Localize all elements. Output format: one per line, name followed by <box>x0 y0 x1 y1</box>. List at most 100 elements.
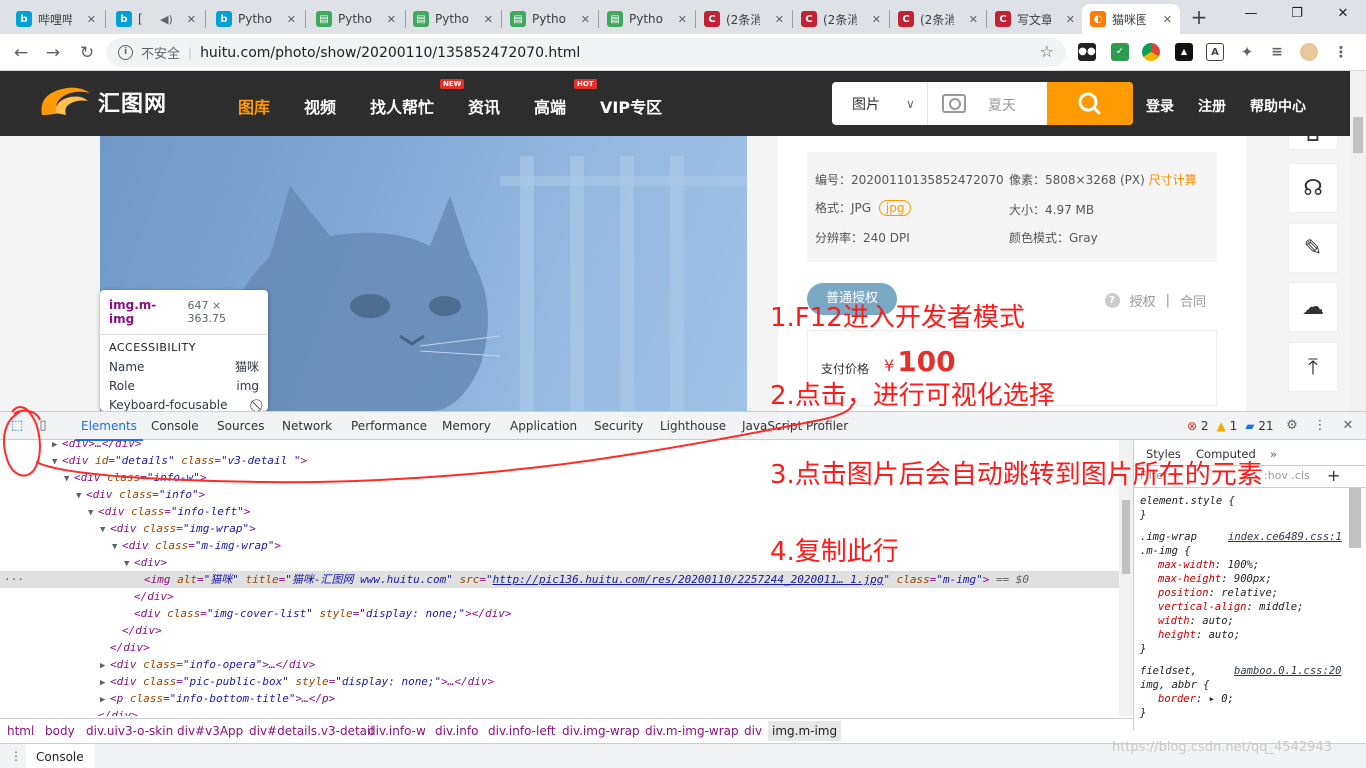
close-devtools-icon[interactable]: ✕ <box>1340 418 1356 434</box>
search-input[interactable]: 夏天 <box>988 95 1016 115</box>
search-button[interactable] <box>1047 82 1133 125</box>
extension-icon[interactable]: ●● <box>1078 43 1096 61</box>
tab-elements[interactable]: Elements <box>75 419 143 441</box>
tab-memory[interactable]: Memory <box>442 419 491 433</box>
reload-button[interactable]: ↻ <box>74 40 100 66</box>
tab-js-profiler[interactable]: JavaScript Profiler <box>742 419 848 433</box>
size-calc-link[interactable]: 尺寸计算 <box>1149 173 1197 187</box>
nav-find-help[interactable]: 找人帮忙 <box>370 94 434 118</box>
breadcrumb-item[interactable]: div#details.v3-detail <box>249 724 374 738</box>
browser-tab[interactable]: ▤ Pytho ✕ <box>502 4 598 34</box>
back-to-top-icon[interactable]: ⤒ <box>1288 342 1338 392</box>
close-icon[interactable]: ✕ <box>775 13 784 26</box>
dom-node[interactable]: ▶ <div>…</div> <box>0 440 1119 452</box>
tab-network[interactable]: Network <box>282 419 332 433</box>
add-rule-icon[interactable]: + <box>1327 466 1340 485</box>
breadcrumb-item-current[interactable]: img.m-img <box>768 721 842 741</box>
window-close-button[interactable]: ✕ <box>1320 0 1366 30</box>
breadcrumb-item[interactable]: div.uiv3-o-skin <box>86 724 173 738</box>
close-icon[interactable]: ✕ <box>969 13 978 26</box>
info-icon[interactable]: i <box>118 45 133 60</box>
tab-lighthouse[interactable]: Lighthouse <box>660 419 726 433</box>
inspect-element-icon[interactable]: ⬚ <box>9 418 25 434</box>
browser-tab[interactable]: ▤ Pytho ✕ <box>405 4 501 34</box>
help-center-link[interactable]: 帮助中心 <box>1250 96 1306 116</box>
dom-node[interactable]: ▶ <p class="info-bottom-title">…</p> <box>0 690 1119 707</box>
search-category-select[interactable]: 图片 ∨ <box>832 82 928 125</box>
breadcrumb-item[interactable]: div.m-img-wrap <box>645 724 739 738</box>
more-tabs-icon[interactable]: » <box>1270 447 1277 461</box>
tab-console[interactable]: Console <box>151 419 199 433</box>
customer-service-icon[interactable]: ☊ <box>1288 163 1338 213</box>
browser-tab[interactable]: b Pytho ✕ <box>208 4 304 34</box>
close-icon[interactable]: ✕ <box>1066 13 1075 26</box>
menu-icon[interactable]: ⋮ <box>1332 43 1350 61</box>
tab-application[interactable]: Application <box>510 419 577 433</box>
minimize-button[interactable]: — <box>1228 0 1274 30</box>
dom-node[interactable]: </div> <box>0 639 1119 656</box>
close-icon[interactable]: ✕ <box>387 13 396 26</box>
breadcrumb-item[interactable]: body <box>45 724 75 738</box>
contract-link[interactable]: 合同 <box>1180 291 1206 310</box>
more-options-icon[interactable]: ⋮ <box>1312 418 1328 434</box>
speaker-icon[interactable]: ◀) <box>160 13 173 26</box>
authorization-link[interactable]: 授权 <box>1130 291 1156 310</box>
media-control-icon[interactable]: ≡ <box>1268 43 1286 61</box>
browser-tab[interactable]: C 写文章 ✕ <box>987 4 1083 34</box>
browser-tab[interactable]: C (2条消 ✕ <box>793 4 889 34</box>
back-button[interactable]: ← <box>8 40 34 66</box>
dom-node[interactable]: ▶ <div class="info-opera">…</div> <box>0 656 1119 673</box>
nav-premium[interactable]: 高端 <box>534 94 566 118</box>
site-logo[interactable]: 汇图网 <box>36 83 167 121</box>
close-icon[interactable]: ✕ <box>581 13 590 26</box>
tab-security[interactable]: Security <box>594 419 643 433</box>
browser-tab[interactable]: C (2条消 ✕ <box>890 4 986 34</box>
drawer-menu-icon[interactable]: ⋮ <box>10 749 22 763</box>
dom-node[interactable]: ▶ <div class="pic-public-box" style="disp… <box>0 673 1119 690</box>
dom-node[interactable]: <div class="img-cover-list" style="displ… <box>0 605 1119 622</box>
close-icon[interactable]: ✕ <box>187 13 196 26</box>
dom-node[interactable]: ▼ <div> <box>0 554 1119 571</box>
devtools-issue-counts[interactable]: ⊗ 2 ▲ 1 ▰ 21 <box>1187 419 1274 433</box>
close-icon[interactable]: ✕ <box>678 13 687 26</box>
breadcrumb-item[interactable]: div#v3App <box>177 724 243 738</box>
shield-extension-icon[interactable]: ✓ <box>1111 43 1129 61</box>
puzzle-icon[interactable]: ✦ <box>1238 43 1256 61</box>
close-icon[interactable]: ✕ <box>484 13 493 26</box>
nav-video[interactable]: 视频 <box>304 94 336 118</box>
browser-tab[interactable]: ▤ Pytho ✕ <box>599 4 695 34</box>
dom-node[interactable]: </div> <box>0 707 1119 716</box>
login-link[interactable]: 登录 <box>1146 96 1174 116</box>
register-link[interactable]: 注册 <box>1198 96 1226 116</box>
new-tab-button[interactable]: + <box>1187 6 1211 30</box>
device-toolbar-icon[interactable]: ▯ <box>35 418 51 434</box>
settings-gear-icon[interactable]: ⚙ <box>1284 418 1300 434</box>
nav-vip[interactable]: VIP专区 <box>600 94 662 118</box>
forward-button[interactable]: → <box>40 40 66 66</box>
dom-node[interactable]: ▼ <div class="info-left"> <box>0 503 1119 520</box>
translate-extension-icon[interactable]: A <box>1206 43 1224 61</box>
address-bar[interactable]: i 不安全 | huitu.com/photo/show/20200110/13… <box>106 38 1066 67</box>
close-icon[interactable]: ✕ <box>287 13 296 26</box>
tab-sources[interactable]: Sources <box>217 419 264 433</box>
url-text[interactable]: huitu.com/photo/show/20200110/1358524720… <box>200 45 580 61</box>
breadcrumb-item[interactable]: div.info <box>435 724 478 738</box>
breadcrumb-item[interactable]: div.img-wrap <box>562 724 640 738</box>
question-icon[interactable]: ? <box>1104 293 1120 308</box>
wechat-icon[interactable]: ☁ <box>1288 282 1338 332</box>
dom-node[interactable]: </div> <box>0 622 1119 639</box>
dom-node-selected[interactable]: ··· <img alt="猫咪" title="猫咪-汇图网 www.huitu… <box>0 571 1119 588</box>
browser-tab[interactable]: C (2条消 ✕ <box>696 4 792 34</box>
bookmark-star-icon[interactable]: ☆ <box>1040 42 1054 61</box>
float-button[interactable]: ⌂ <box>1288 136 1338 150</box>
browser-tab-active[interactable]: ◐ 猫咪图 ✕ <box>1082 4 1180 34</box>
dom-node[interactable]: ▼ <div class="m-img-wrap"> <box>0 537 1119 554</box>
breadcrumb-item[interactable]: html <box>7 724 34 738</box>
breadcrumb-item[interactable]: div <box>744 724 762 738</box>
avatar[interactable] <box>1300 43 1318 61</box>
hover-class-toggles[interactable]: :hov .cls <box>1264 469 1310 482</box>
chrome-extension-icon[interactable] <box>1142 43 1160 61</box>
breadcrumb-item[interactable]: div.info-w <box>368 724 426 738</box>
tab-performance[interactable]: Performance <box>351 419 427 433</box>
dom-node[interactable]: </div> <box>0 588 1119 605</box>
